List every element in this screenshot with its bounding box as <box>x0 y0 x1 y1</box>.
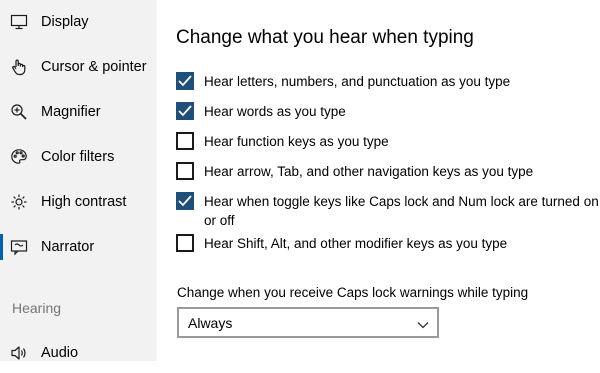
cursor-pointer-icon <box>10 58 28 76</box>
sidebar-item-label: Display <box>41 14 89 30</box>
checkbox-label: Hear function keys as you type <box>204 134 389 149</box>
checkbox-hear-modifier-keys[interactable]: Hear Shift, Alt, and other modifier keys… <box>176 234 600 254</box>
audio-icon <box>10 344 28 362</box>
sidebar-item-color-filters[interactable]: Color filters <box>0 137 157 177</box>
checkbox-hear-letters[interactable]: Hear letters, numbers, and punctuation a… <box>176 72 600 92</box>
checkbox-label: Hear Shift, Alt, and other modifier keys… <box>204 236 508 251</box>
display-icon <box>10 13 28 31</box>
caps-lock-warning-dropdown[interactable]: Always <box>177 307 439 338</box>
sidebar-item-label: Narrator <box>41 239 95 255</box>
checkbox-box[interactable] <box>176 234 194 252</box>
sidebar-item-narrator[interactable]: Narrator <box>0 227 157 267</box>
section-heading: Change what you hear when typing <box>176 27 474 48</box>
narrator-icon <box>10 238 28 256</box>
checkbox-label: Hear arrow, Tab, and other navigation ke… <box>204 164 534 179</box>
sidebar-item-label: Color filters <box>41 149 115 165</box>
sidebar: Display Cursor & pointer Magnifier Color… <box>0 0 157 361</box>
sidebar-item-magnifier[interactable]: Magnifier <box>0 92 157 132</box>
checkbox-label: Hear words as you type <box>204 104 346 119</box>
magnifier-icon <box>10 103 28 121</box>
checkbox-label: Hear letters, numbers, and punctuation a… <box>204 74 511 89</box>
checkbox-box[interactable] <box>176 132 194 150</box>
checkbox-hear-words[interactable]: Hear words as you type <box>176 102 600 122</box>
main-panel: Change what you hear when typing Hear le… <box>157 0 600 361</box>
checkbox-label: Hear when toggle keys like Caps lock and… <box>204 194 599 228</box>
dropdown-value: Always <box>188 315 233 331</box>
sidebar-item-display[interactable]: Display <box>0 2 157 42</box>
sidebar-item-label: Audio <box>41 345 79 361</box>
sidebar-item-audio[interactable]: Audio <box>0 333 157 373</box>
color-filters-icon <box>10 148 28 166</box>
checkbox-box[interactable] <box>176 102 194 120</box>
high-contrast-icon <box>10 193 28 211</box>
caps-lock-warning-label: Change when you receive Caps lock warnin… <box>177 285 529 300</box>
sidebar-item-cursor-pointer[interactable]: Cursor & pointer <box>0 47 157 87</box>
sidebar-item-label: Cursor & pointer <box>41 59 147 75</box>
checkbox-hear-navigation-keys[interactable]: Hear arrow, Tab, and other navigation ke… <box>176 162 600 182</box>
section-header-hearing: Hearing <box>12 300 62 316</box>
sidebar-item-label: Magnifier <box>41 104 101 120</box>
sidebar-item-high-contrast[interactable]: High contrast <box>0 182 157 222</box>
checkbox-box[interactable] <box>176 72 194 90</box>
chevron-down-icon <box>417 317 429 329</box>
checkbox-box[interactable] <box>176 192 194 210</box>
checkbox-hear-function-keys[interactable]: Hear function keys as you type <box>176 132 600 152</box>
checkbox-box[interactable] <box>176 162 194 180</box>
checkbox-hear-toggle-keys[interactable]: Hear when toggle keys like Caps lock and… <box>176 192 600 230</box>
sidebar-item-label: High contrast <box>41 194 127 210</box>
